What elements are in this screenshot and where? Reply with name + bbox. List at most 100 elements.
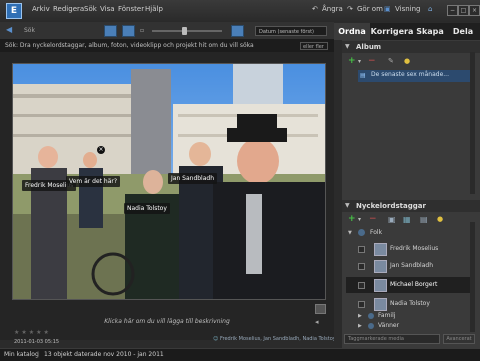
home-icon[interactable]: ⌂ <box>428 5 432 13</box>
people-icon: ☺ <box>213 336 219 342</box>
undo-button[interactable]: Ångra <box>322 5 343 13</box>
keyword-folk[interactable]: ▼ Folk <box>346 225 472 241</box>
keyword-add-icon[interactable]: + <box>348 214 356 224</box>
face-tag-unknown[interactable]: Vem är det här? <box>66 176 121 187</box>
info-icon[interactable] <box>315 304 326 314</box>
keyword-face-thumbnail <box>374 279 387 292</box>
keyword-face-thumbnail <box>374 243 387 256</box>
keyword-checkbox[interactable] <box>358 301 365 308</box>
photo-people: Fredrik Moselius, Jan Sandbladh, Nadia T… <box>220 336 336 342</box>
maximize-button[interactable]: □ <box>458 5 469 16</box>
keyword-michael[interactable]: Michael Borgert <box>346 277 472 293</box>
sort-select[interactable]: Datum (senaste först) <box>255 26 327 36</box>
album-remove-icon[interactable]: − <box>368 56 376 66</box>
album-item-icon: ▤ <box>360 72 366 79</box>
keyword-tag-icon[interactable]: ● <box>437 215 443 223</box>
zoom-slider[interactable] <box>152 30 222 32</box>
keyword-remove-icon[interactable]: − <box>369 214 377 224</box>
view-icon[interactable]: ▣ <box>384 5 391 13</box>
face-tag-jan[interactable]: Jan Sandbladh <box>168 173 218 184</box>
caption-field[interactable]: Klicka här om du vill lägga till beskriv… <box>0 318 334 325</box>
keyword-label: Fredrik Moselius <box>390 245 439 252</box>
keyword-checkbox[interactable] <box>358 282 365 289</box>
view-single-icon[interactable] <box>104 25 117 37</box>
vanner-expand-icon[interactable]: ▶ <box>358 321 362 331</box>
album-collapse-icon[interactable]: ▼ <box>345 43 350 50</box>
face-tag-nadia[interactable]: Nadia Tolstoy <box>124 203 170 214</box>
tab-skapa[interactable]: Skapa <box>414 23 446 40</box>
folk-category-icon <box>358 229 365 236</box>
keywords-header[interactable]: Nyckelordstaggar <box>342 200 480 212</box>
close-button[interactable]: × <box>469 5 480 16</box>
view-mode-button[interactable]: Visning <box>395 5 421 13</box>
keyword-checkbox[interactable] <box>358 263 365 270</box>
menu-hjalp[interactable]: Hjälp <box>145 5 163 13</box>
rating-stars[interactable]: ★★★★★ <box>14 329 51 336</box>
menu-visa[interactable]: Visa <box>100 5 115 13</box>
keyword-add-dropdown-icon[interactable]: ▾ <box>358 216 361 223</box>
photo-date: 2011-01-03 05:15 <box>14 339 60 345</box>
tab-ordna[interactable]: Ordna <box>334 23 370 40</box>
undo-icon[interactable]: ↶ <box>312 5 318 13</box>
redo-icon[interactable]: ↷ <box>347 5 353 13</box>
keyword-label: Nadia Tolstoy <box>390 300 430 307</box>
album-edit-icon[interactable]: ✎ <box>388 57 394 65</box>
search-or-select[interactable]: eller fler <box>300 42 328 50</box>
keyword-label: Folk <box>370 229 383 236</box>
tab-dela[interactable]: Dela <box>446 23 480 40</box>
tag-search-field[interactable]: Taggmarkerade media <box>344 334 440 344</box>
keyword-fredrik[interactable]: Fredrik Moselius <box>346 241 472 257</box>
back-arrow-icon[interactable]: ◀ <box>6 25 12 34</box>
menu-arkiv[interactable]: Arkiv <box>32 5 50 13</box>
keyword-label: Jan Sandbladh <box>390 262 434 269</box>
keyword-label: Michael Borgert <box>390 281 438 288</box>
album-header[interactable]: Album <box>342 41 480 53</box>
album-smart-icon[interactable]: ● <box>404 57 410 65</box>
menu-sok[interactable]: Sök <box>84 5 97 13</box>
app-logo-icon: E <box>6 3 22 19</box>
redo-button[interactable]: Gör om <box>357 5 383 13</box>
search-hint: Sök: Dra nyckelordstaggar, album, foton,… <box>5 42 254 49</box>
back-label[interactable]: Sök <box>24 27 35 34</box>
album-add-icon[interactable]: + <box>348 56 356 66</box>
familj-category-icon <box>368 313 374 319</box>
vanner-category-icon <box>368 323 374 329</box>
status-divider: | <box>37 351 40 358</box>
zoom-slider-handle[interactable] <box>182 27 187 35</box>
menu-bar: E Arkiv Redigera Sök Visa Fönster Hjälp … <box>0 0 480 22</box>
keyword-nadia[interactable]: Nadia Tolstoy <box>346 296 472 312</box>
catalog-name[interactable]: Min katalog <box>4 349 39 360</box>
keyword-familj[interactable]: ▶ Familj <box>346 311 472 321</box>
keyword-vanner[interactable]: ▶ Vänner <box>346 321 472 331</box>
album-item-label: De senaste sex månade... <box>371 71 449 78</box>
keyword-label: Vänner <box>378 322 400 329</box>
album-add-dropdown-icon[interactable]: ▾ <box>358 58 361 65</box>
minimize-button[interactable]: − <box>447 5 458 16</box>
view-grid-icon[interactable] <box>122 25 135 37</box>
keyword-jan[interactable]: Jan Sandbladh <box>346 258 472 274</box>
keyword-face-thumbnail <box>374 298 387 311</box>
album-scrollbar[interactable] <box>470 52 475 194</box>
keywords-collapse-icon[interactable]: ▼ <box>345 202 350 209</box>
fullscreen-icon[interactable] <box>231 25 244 37</box>
keyword-image-icon[interactable]: ▤ <box>420 215 428 224</box>
panel-splitter[interactable] <box>334 40 342 348</box>
keyword-label: Familj <box>378 312 396 319</box>
keyword-checkbox[interactable] <box>358 246 365 253</box>
familj-expand-icon[interactable]: ▶ <box>358 311 362 321</box>
tag-search-placeholder: Taggmarkerade media <box>348 336 404 342</box>
menu-redigera[interactable]: Redigera <box>53 5 84 13</box>
status-count: 13 objekt daterade nov 2010 - jan 2011 <box>44 351 164 358</box>
zoom-out-icon[interactable]: ▫ <box>140 27 144 34</box>
tab-korrigera[interactable]: Korrigera <box>370 23 414 40</box>
status-bar: Min katalog | 13 objekt daterade nov 201… <box>0 348 480 361</box>
keyword-people-icon[interactable]: ▦ <box>403 215 411 224</box>
close-tag-icon[interactable]: × <box>97 146 105 154</box>
keyword-faces-icon[interactable]: ▣ <box>388 215 396 224</box>
keyword-face-thumbnail <box>374 260 387 273</box>
speaker-icon[interactable]: ◂ <box>315 318 324 326</box>
keywords-scrollbar[interactable] <box>470 222 475 332</box>
folk-expand-icon[interactable]: ▼ <box>348 225 352 241</box>
advanced-search-button[interactable]: Avancerat <box>443 334 475 344</box>
menu-fonster[interactable]: Fönster <box>118 5 144 13</box>
